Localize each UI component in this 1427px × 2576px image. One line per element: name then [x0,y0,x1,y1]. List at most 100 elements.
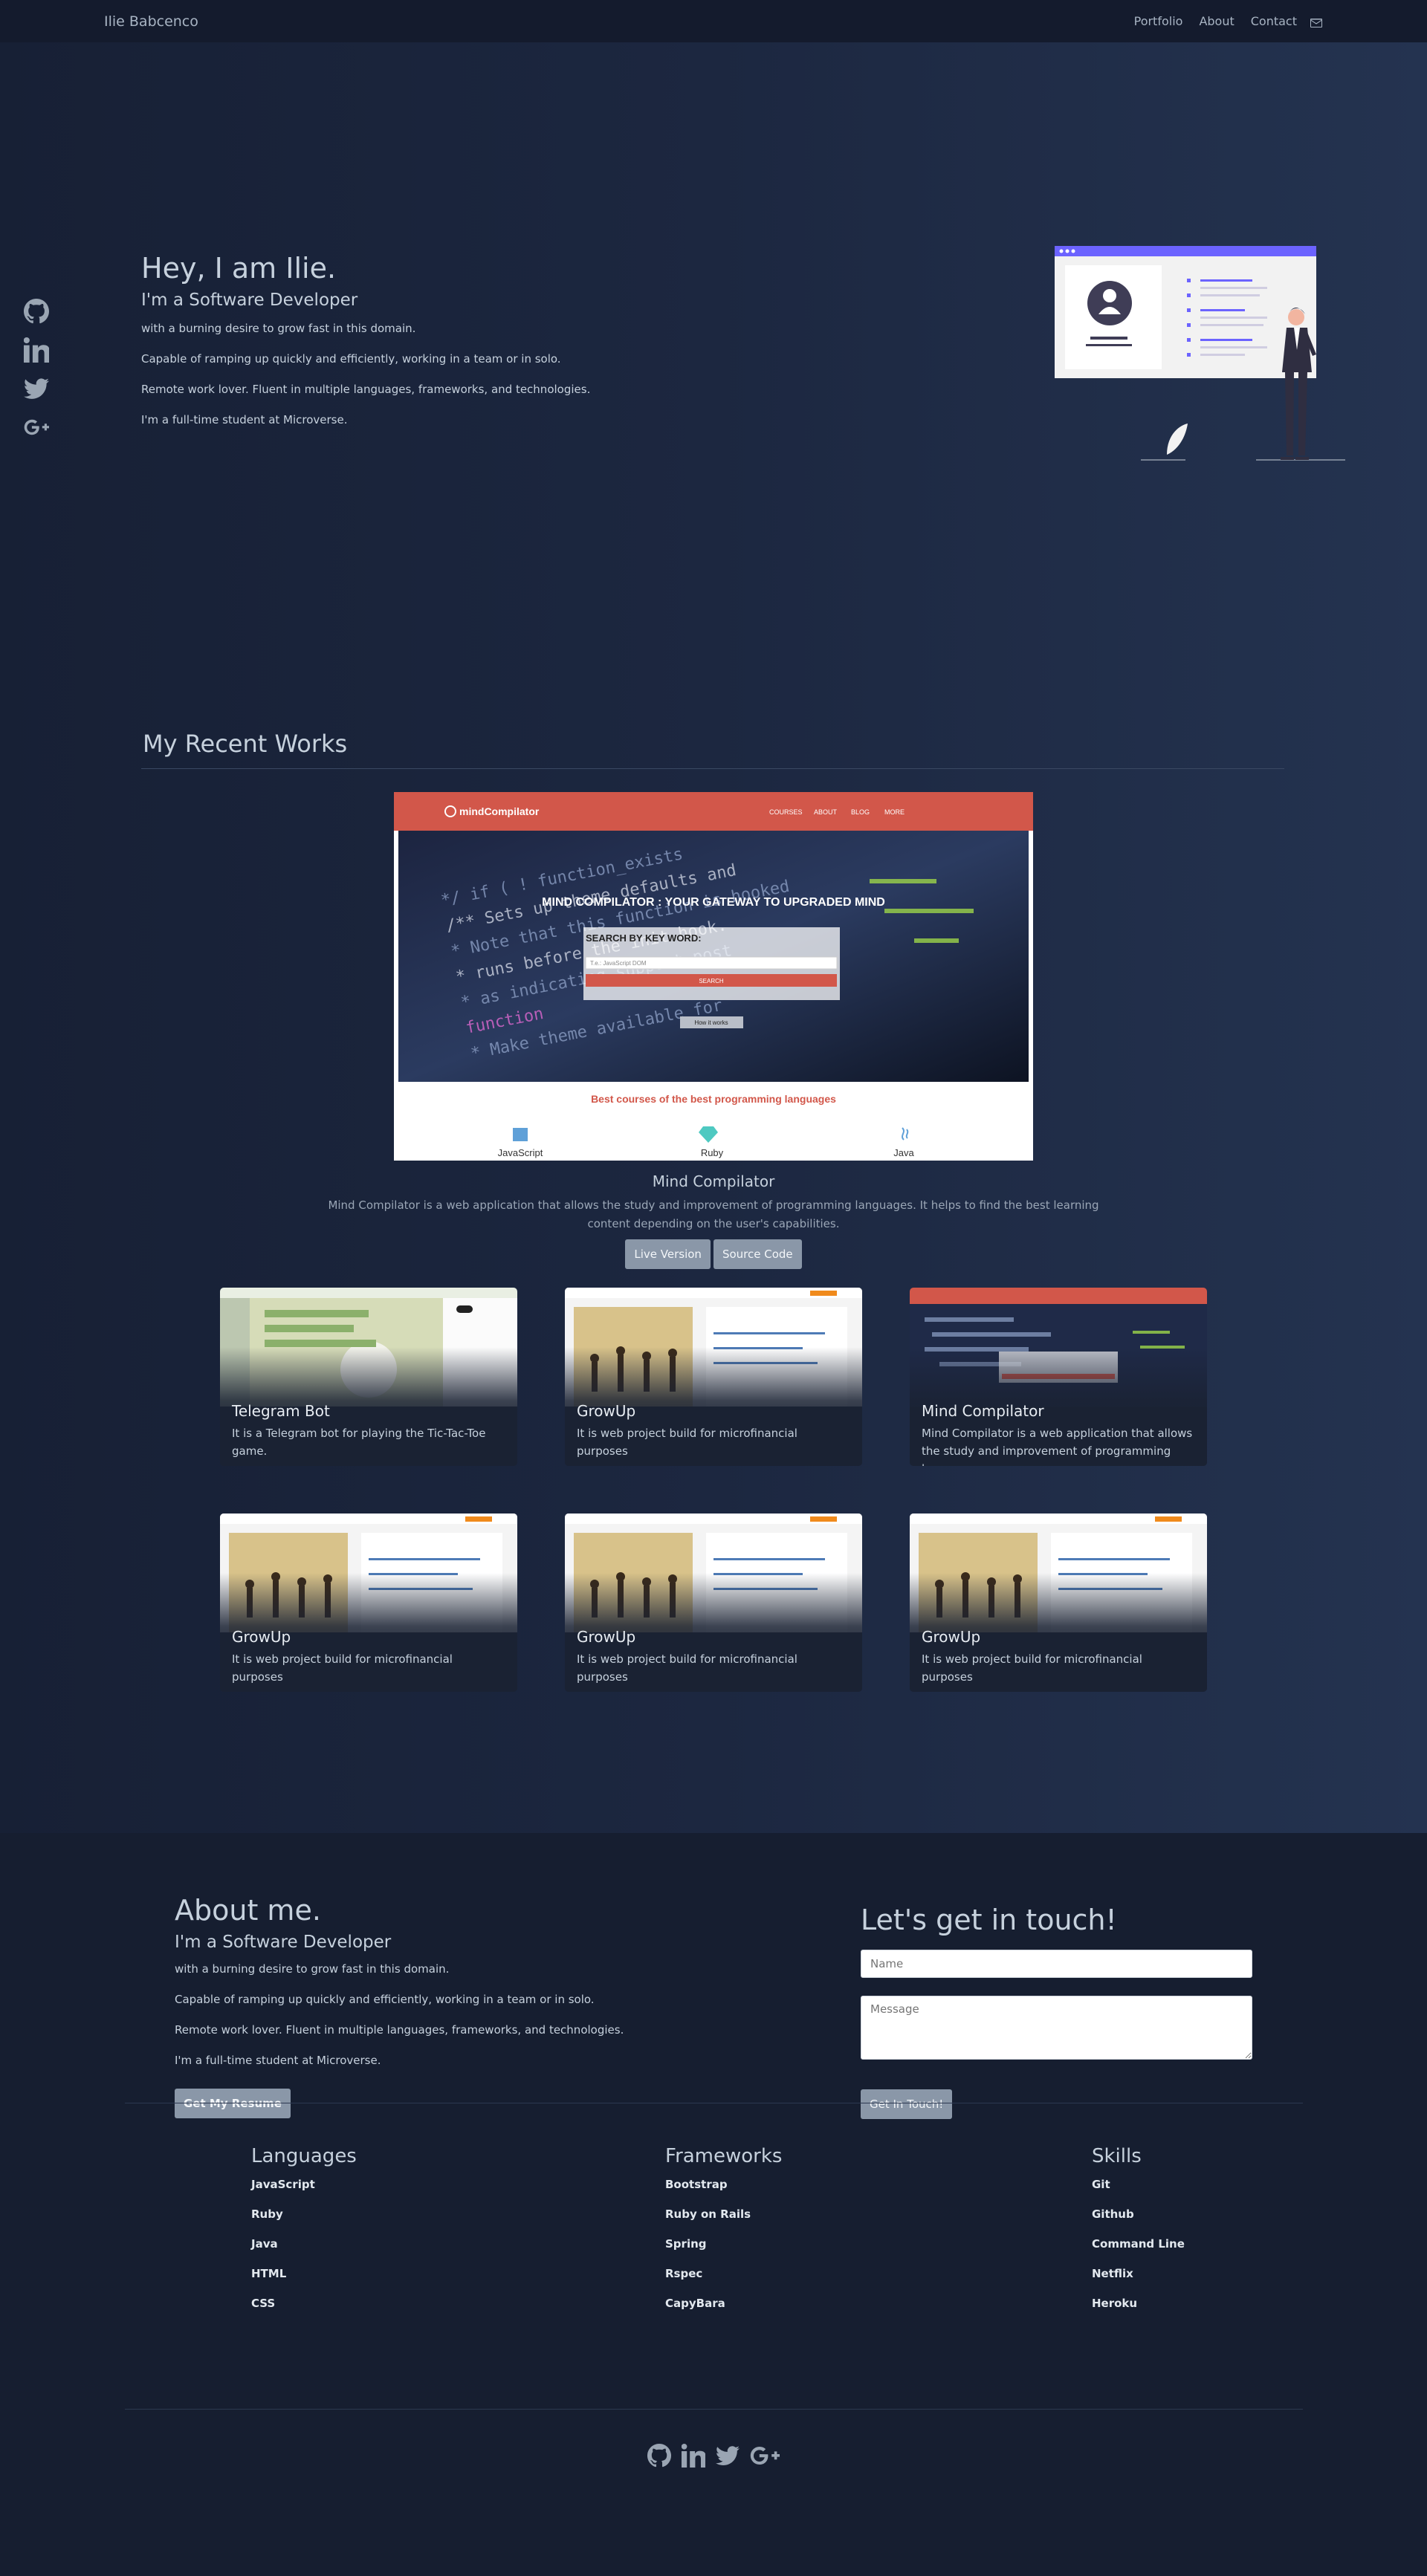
list-item: CSS [251,2297,276,2310]
project-cards: Telegram Bot It is a Telegram bot for pla… [0,1288,1427,1692]
profile-illustration [1055,246,1345,461]
list-title: Languages [251,2145,357,2167]
mock-section-title: Best courses of the best programming lan… [591,1093,836,1105]
hero-section: Hey, I am Ilie. I'm a Software Developer… [0,42,1427,689]
navbar: Ilie Babcenco Portfolio About Contact [0,0,1427,42]
message-textarea[interactable] [861,1996,1252,2060]
github-icon[interactable] [647,2444,671,2468]
hero-line: Remote work lover. Fluent in multiple la… [141,383,591,396]
hero-line: with a burning desire to grow fast in th… [141,322,416,335]
linkedin-icon[interactable] [24,337,49,363]
list-item: Github [1092,2207,1134,2221]
mail-icon[interactable] [1310,16,1323,27]
skills-list: Skills Git Github Command Line Netflix H… [1092,2145,1185,2326]
featured-project-screenshot[interactable]: mindCompilator COURSES ABOUT BLOG MORE *… [394,792,1033,1161]
project-card-title: Telegram Bot [232,1402,330,1420]
google-plus-icon[interactable] [750,2444,780,2468]
project-card[interactable]: GrowUp It is web project build for microf… [220,1514,517,1692]
mock-search-placeholder: T.e.: JavaScript DOM [590,960,647,967]
twitter-icon[interactable] [24,376,49,401]
mock-search-label: SEARCH BY KEY WORD: [586,932,702,944]
list-item: Ruby on Rails [665,2207,751,2221]
about-subtitle: I'm a Software Developer [175,1933,392,1952]
mock-logo: mindCompilator [459,805,540,817]
project-card-description: It is web project build for microfinanci… [232,1652,453,1684]
contact-title: Let's get in touch! [861,1904,1117,1936]
card-body: GrowUp It is web project build for microf… [922,1628,1197,1686]
twitter-icon[interactable] [716,2444,740,2468]
footer-social-links [0,2444,1427,2468]
mock-nav-more: MORE [884,808,905,816]
contact-form: Let's get in touch! Get In Touch! [861,1904,1252,2119]
project-card-description: It is web project build for microfinanci… [577,1427,797,1458]
get-in-touch-button[interactable]: Get In Touch! [861,2089,953,2119]
project-card[interactable]: Telegram Bot It is a Telegram bot for pla… [220,1288,517,1466]
project-card-title: Mind Compilator [922,1402,1044,1420]
frameworks-list: Frameworks Bootstrap Ruby on Rails Sprin… [665,2145,782,2326]
works-title: My Recent Works [143,730,348,758]
mock-lang-javascript: JavaScript [498,1147,543,1158]
project-card-description: It is web project build for microfinanci… [577,1652,797,1684]
footer-divider [125,2409,1303,2410]
languages-list: Languages JavaScript Ruby Java HTML CSS [251,2145,357,2326]
name-input[interactable] [861,1950,1252,1978]
card-body: GrowUp It is web project build for microf… [232,1628,507,1686]
hero-line: Capable of ramping up quickly and effici… [141,352,561,366]
get-resume-button[interactable]: Get My Resume [175,2089,291,2118]
list-item: HTML [251,2267,287,2280]
mock-search-button: SEARCH [699,978,724,984]
nav-link-portfolio[interactable]: Portfolio [1134,14,1183,28]
mock-headline: MIND COMPILATOR : YOUR GATEWAY TO UPGRAD… [542,896,885,909]
nav-link-contact[interactable]: Contact [1251,14,1297,28]
about-line: Remote work lover. Fluent in multiple la… [175,2023,624,2037]
list-item: CapyBara [665,2297,725,2310]
project-card-description: It is a Telegram bot for playing the Tic… [232,1427,486,1458]
list-item: Java [251,2237,278,2251]
github-icon[interactable] [24,299,49,324]
hero-line: I'm a full-time student at Microverse. [141,413,348,426]
project-card-description: Mind Compilator is a web application tha… [922,1427,1193,1466]
mock-how-button: How it works [694,1019,728,1026]
hero-text: Hey, I am Ilie. I'm a Software Developer… [141,252,736,444]
linkedin-icon[interactable] [682,2444,705,2468]
list-item: Heroku [1092,2297,1138,2310]
project-card-title: GrowUp [577,1402,636,1420]
mock-lang-java: Java [893,1147,914,1158]
list-item: Git [1092,2178,1110,2191]
about-line: Capable of ramping up quickly and effici… [175,1993,595,2006]
about-section: About me. I'm a Software Developer with … [0,1833,1427,2576]
recent-works-section: My Recent Works mindCompilator COURSES A… [0,689,1427,1833]
nav-links: Portfolio About Contact [1134,14,1323,28]
card-body: Mind Compilator Mind Compilator is a web … [922,1402,1197,1466]
brand-link[interactable]: Ilie Babcenco [104,13,198,30]
mock-nav-courses: COURSES [769,808,803,816]
source-code-button[interactable]: Source Code [713,1239,802,1269]
list-item: Spring [665,2237,707,2251]
mock-nav-about: ABOUT [814,808,838,816]
about-line: I'm a full-time student at Microverse. [175,2054,381,2067]
list-item: Bootstrap [665,2178,728,2191]
hero-subtitle: I'm a Software Developer [141,291,358,310]
google-plus-icon[interactable] [24,415,49,440]
list-title: Skills [1092,2145,1142,2167]
about-title: About me. [175,1894,321,1927]
list-item: Netflix [1092,2267,1133,2280]
works-divider [141,768,1284,769]
list-item: Rspec [665,2267,703,2280]
project-card-title: GrowUp [232,1628,291,1646]
side-social-links [24,299,49,440]
project-card-title: GrowUp [577,1628,636,1646]
featured-project-description: Mind Compilator is a web application tha… [328,1198,1099,1230]
about-line: with a burning desire to grow fast in th… [175,1962,450,1976]
project-card[interactable]: Mind Compilator Mind Compilator is a web … [910,1288,1207,1466]
project-card[interactable]: GrowUp It is web project build for microf… [910,1514,1207,1692]
live-version-button[interactable]: Live Version [625,1239,711,1269]
card-body: GrowUp It is web project build for microf… [577,1402,852,1460]
project-card-title: GrowUp [922,1628,981,1646]
project-card[interactable]: GrowUp It is web project build for microf… [565,1288,862,1466]
featured-project-title: Mind Compilator [652,1172,775,1190]
project-card[interactable]: GrowUp It is web project build for microf… [565,1514,862,1692]
featured-project-buttons: Live Version Source Code [0,1239,1427,1269]
list-item: JavaScript [251,2178,315,2191]
nav-link-about[interactable]: About [1199,14,1234,28]
